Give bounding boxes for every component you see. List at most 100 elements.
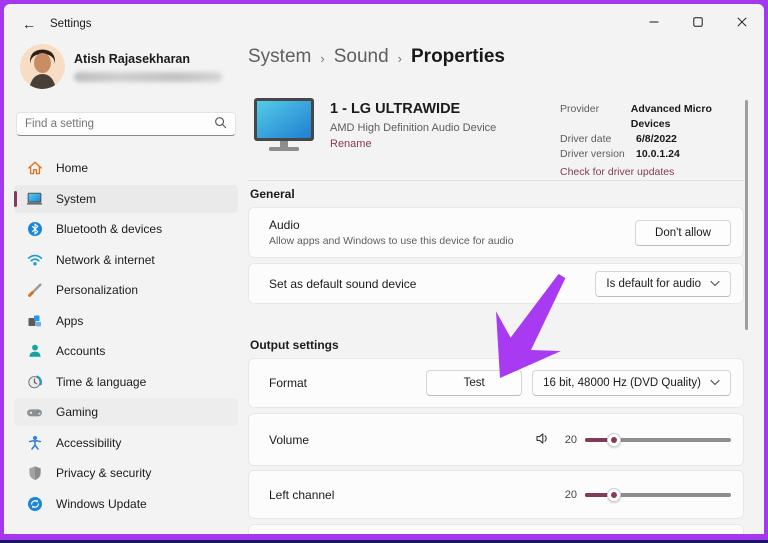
- format-dropdown-value: 16 bit, 48000 Hz (DVD Quality): [543, 377, 701, 389]
- sidebar-item-home[interactable]: Home: [14, 154, 238, 182]
- paintbrush-icon: [26, 282, 43, 299]
- search-input[interactable]: [25, 118, 214, 130]
- section-divider: [248, 180, 744, 181]
- audio-description: Allow apps and Windows to use this devic…: [269, 235, 514, 247]
- driver-label: Driver version: [560, 148, 625, 160]
- output-section-title: Output settings: [250, 338, 339, 352]
- left-channel-slider-thumb[interactable]: [607, 487, 622, 502]
- accessibility-person-icon: [26, 434, 43, 451]
- profile-section[interactable]: Atish Rajasekharan: [14, 44, 238, 98]
- breadcrumb-properties: Properties: [411, 46, 505, 67]
- maximize-icon: [693, 17, 703, 27]
- default-audio-dropdown[interactable]: Is default for audio: [595, 270, 731, 297]
- bluetooth-icon: [26, 221, 43, 238]
- apps-icon: [26, 312, 43, 329]
- avatar: [20, 44, 65, 89]
- volume-card: Volume 20: [248, 413, 744, 466]
- maximize-button[interactable]: [676, 4, 720, 40]
- sidebar-item-system[interactable]: System: [14, 184, 238, 213]
- volume-slider-thumb[interactable]: [607, 432, 622, 447]
- rename-link[interactable]: Rename: [330, 138, 372, 150]
- sidebar-item-time-language[interactable]: Time & language: [14, 368, 238, 396]
- titlebar: ← Settings: [4, 4, 764, 44]
- close-button[interactable]: [720, 4, 764, 40]
- sidebar-item-bluetooth-devices[interactable]: Bluetooth & devices: [14, 215, 238, 243]
- audio-card-text: Audio Allow apps and Windows to use this…: [269, 218, 635, 247]
- volume-value: 20: [564, 433, 577, 446]
- sidebar-item-label: Privacy & security: [56, 466, 152, 480]
- sidebar-item-accounts[interactable]: Accounts: [14, 337, 238, 365]
- search-box[interactable]: [16, 112, 236, 136]
- breadcrumb-sound[interactable]: Sound: [334, 46, 389, 68]
- driver-value: 6/8/2022: [636, 133, 677, 145]
- sidebar: Atish Rajasekharan Home: [4, 44, 248, 534]
- chevron-down-icon: [710, 377, 720, 389]
- driver-row-version: Driver version 10.0.1.24: [560, 147, 746, 162]
- shield-icon: [26, 465, 43, 482]
- sidebar-item-network-internet[interactable]: Network & internet: [14, 246, 238, 274]
- close-icon: [737, 17, 747, 27]
- chevron-down-icon: [710, 278, 720, 290]
- format-label: Format: [269, 376, 308, 390]
- sidebar-item-label: Apps: [56, 313, 84, 328]
- sidebar-item-gaming[interactable]: Gaming: [14, 398, 238, 426]
- driver-info: Provider Advanced Micro Devices Driver d…: [560, 102, 746, 178]
- search-icon: [214, 116, 227, 132]
- driver-row-provider: Provider Advanced Micro Devices: [560, 102, 746, 132]
- sidebar-item-label: Personalization: [56, 283, 139, 297]
- format-dropdown[interactable]: 16 bit, 48000 Hz (DVD Quality): [532, 370, 731, 396]
- scrollbar[interactable]: [745, 100, 748, 330]
- audio-title: Audio: [269, 218, 300, 232]
- sidebar-item-label: Network & internet: [56, 252, 155, 267]
- sidebar-item-windows-update[interactable]: Windows Update: [14, 490, 238, 518]
- sidebar-item-personalization[interactable]: Personalization: [14, 276, 238, 304]
- check-driver-updates-link[interactable]: Check for driver updates: [560, 166, 746, 178]
- window-title: Settings: [50, 18, 92, 30]
- sidebar-nav: Home System Bluetooth & devices Network …: [14, 154, 238, 518]
- sidebar-item-label: Time & language: [56, 374, 147, 389]
- general-section-title: General: [250, 187, 295, 201]
- sidebar-item-privacy-security[interactable]: Privacy & security: [14, 459, 238, 487]
- volume-slider[interactable]: [585, 432, 731, 448]
- sidebar-item-label: Home: [56, 161, 89, 175]
- default-device-card: Set as default sound device Is default f…: [248, 263, 744, 304]
- sidebar-item-apps[interactable]: Apps: [14, 307, 238, 335]
- profile-name: Atish Rajasekharan: [74, 52, 191, 66]
- default-audio-dropdown-value: Is default for audio: [606, 277, 701, 290]
- home-icon: [26, 160, 43, 177]
- window-controls: [632, 4, 764, 40]
- audio-card: Audio Allow apps and Windows to use this…: [248, 207, 744, 258]
- back-button[interactable]: ←: [12, 11, 46, 37]
- device-title: 1 - LG ULTRAWIDE: [330, 101, 461, 117]
- default-device-label: Set as default sound device: [269, 276, 417, 291]
- left-channel-value: 20: [564, 488, 577, 501]
- settings-window: ← Settings Atish Rajasekharan Find a set…: [4, 4, 764, 534]
- speaker-icon[interactable]: [534, 430, 551, 450]
- breadcrumb-separator: ›: [397, 50, 402, 66]
- left-channel-slider[interactable]: [585, 487, 731, 503]
- profile-email-blurred: [74, 72, 222, 82]
- sidebar-item-label: Windows Update: [56, 496, 147, 511]
- update-icon: [26, 495, 43, 512]
- left-channel-label: Left channel: [269, 487, 335, 502]
- clock-globe-icon: [26, 373, 43, 390]
- sidebar-item-label: Gaming: [56, 405, 99, 419]
- minimize-button[interactable]: [632, 4, 676, 40]
- back-icon: ←: [22, 16, 36, 32]
- person-icon: [26, 343, 43, 360]
- test-button[interactable]: Test: [426, 370, 523, 396]
- minimize-icon: [649, 17, 659, 27]
- gamepad-icon: [26, 404, 43, 421]
- breadcrumb-system[interactable]: System: [248, 46, 311, 68]
- breadcrumb: System › Sound › Properties: [248, 46, 505, 68]
- sidebar-item-accessibility[interactable]: Accessibility: [14, 429, 238, 457]
- driver-value: Advanced Micro Devices: [630, 103, 712, 130]
- breadcrumb-separator: ›: [320, 50, 325, 66]
- driver-label: Provider: [560, 103, 600, 115]
- monitor-icon: [252, 97, 316, 156]
- driver-row-date: Driver date 6/8/2022: [560, 132, 746, 147]
- screenshot-frame: ← Settings Atish Rajasekharan Find a set…: [0, 0, 768, 543]
- sidebar-item-label: Accessibility: [56, 435, 122, 450]
- dont-allow-button[interactable]: Don't allow: [635, 219, 731, 246]
- device-subtitle: AMD High Definition Audio Device: [330, 122, 497, 134]
